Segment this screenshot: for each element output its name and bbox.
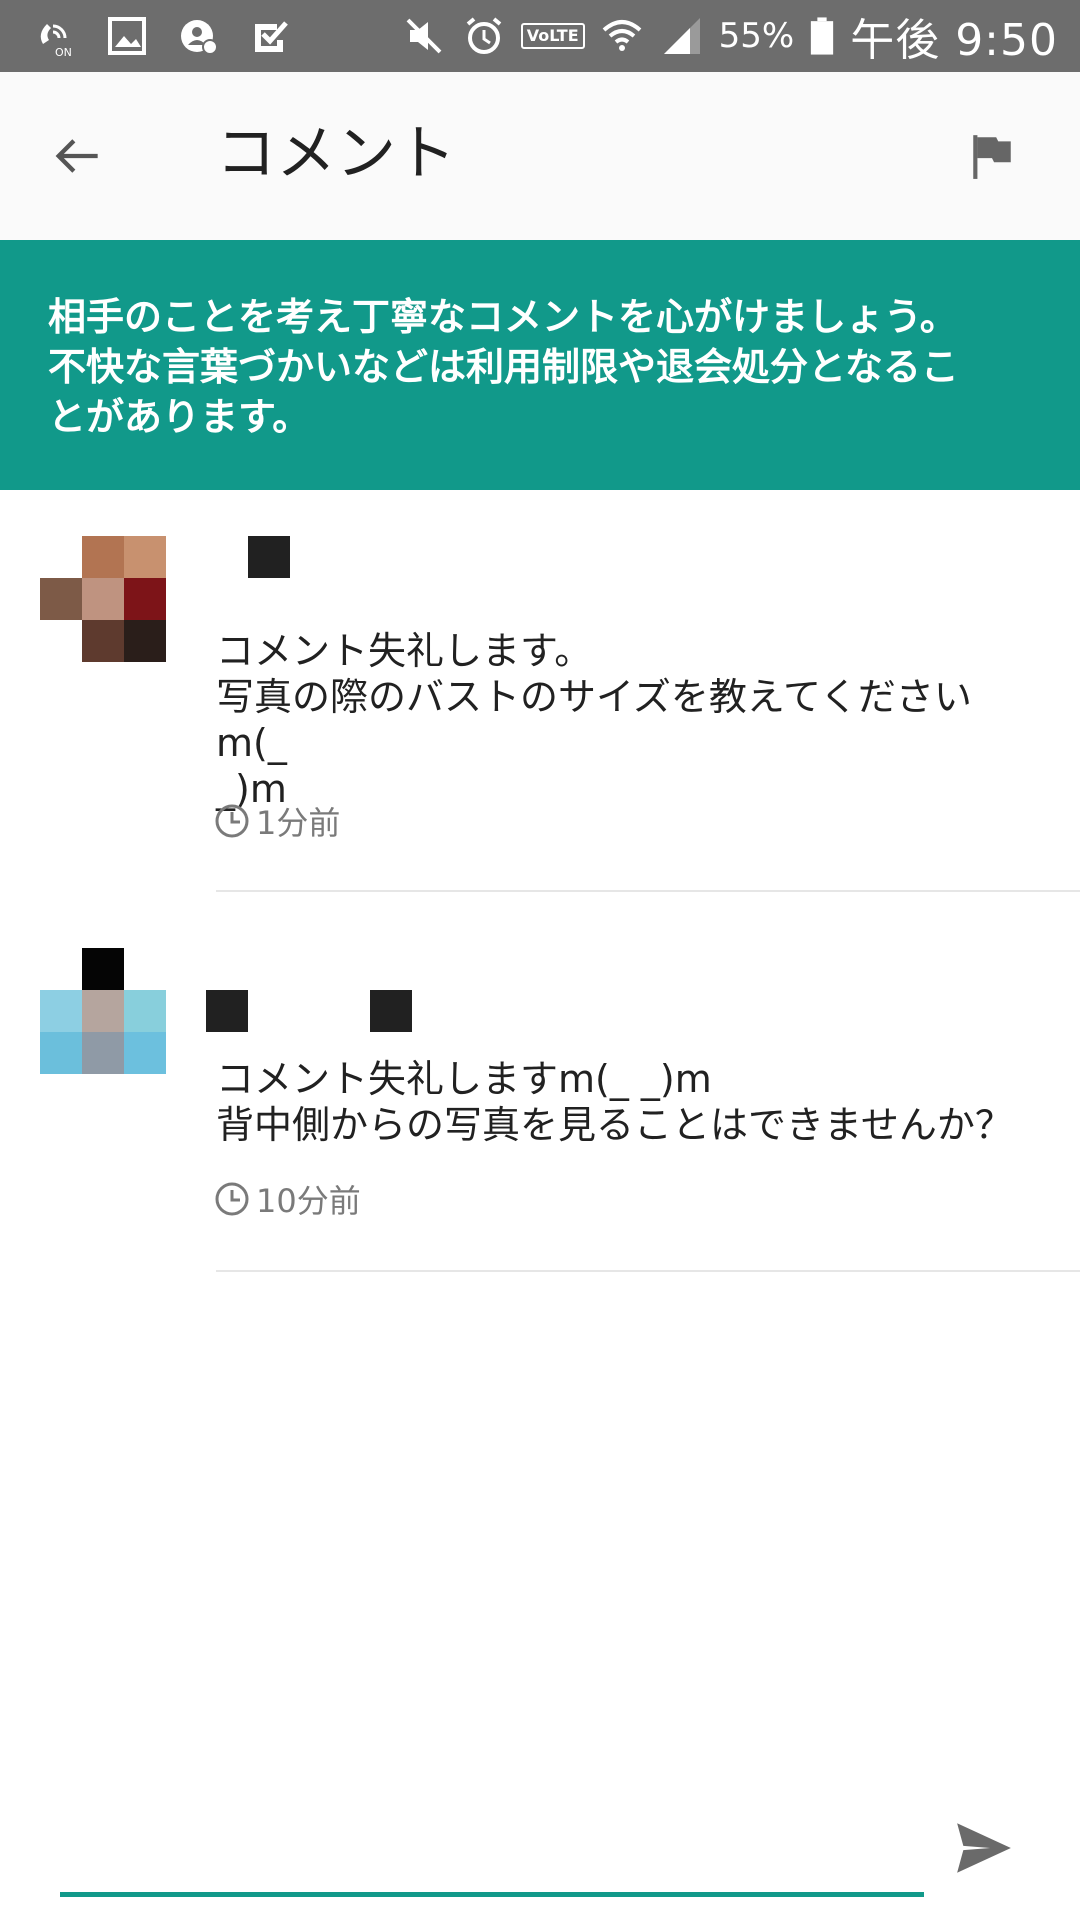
input-underline (60, 1892, 924, 1897)
comment-text: コメント失礼しますm(_ _)m 背中側からの写真を見ることはできませんか？ (216, 1057, 1013, 1147)
comment-item: コメント失礼しますm(_ _)m 背中側からの写真を見ることはできませんか？ 1… (0, 892, 1080, 1272)
send-icon (957, 1823, 1011, 1873)
comment-timestamp: 10分前 (214, 1176, 361, 1222)
battery-icon (808, 13, 836, 59)
banner-line-1: 相手のことを考え丁寧なコメントを心がけましょう。 (48, 295, 958, 339)
clock-icon (215, 804, 249, 838)
app-toolbar: コメント (0, 72, 1080, 240)
banner-line-2: 不快な言葉づかいなどは利用制限や退会処分となるこ (48, 345, 959, 389)
notice-banner: 相手のことを考え丁寧なコメントを心がけましょう。 不快な言葉づかいなどは利用制限… (0, 240, 1080, 490)
back-button[interactable] (44, 124, 108, 188)
username-redacted (370, 990, 412, 1032)
avatar[interactable] (40, 536, 166, 662)
alarm-icon (461, 13, 507, 59)
username-redacted (248, 536, 290, 578)
wifi-calling-icon: ON (32, 13, 78, 59)
username-redacted (206, 990, 248, 1032)
status-bar: ON VoLTE 55% 午後 9:50 (0, 0, 1080, 72)
check-task-icon (248, 13, 294, 59)
mute-icon (401, 13, 447, 59)
user-sync-icon (176, 13, 222, 59)
gallery-icon (104, 13, 150, 59)
svg-text:ON: ON (55, 46, 72, 58)
wifi-icon (599, 13, 645, 59)
signal-icon (659, 13, 705, 59)
clock: 午後 9:50 (850, 15, 1058, 66)
banner-line-3: とがあります。 (48, 395, 311, 439)
comment-item: コメント失礼します。 写真の際のバストのサイズを教えてくださいm(_ _)m 1… (0, 490, 1080, 892)
avatar[interactable] (40, 948, 166, 1074)
comment-text: コメント失礼します。 写真の際のバストのサイズを教えてくださいm(_ _)m (216, 629, 972, 811)
arrow-back-icon (55, 139, 98, 173)
clock-icon (215, 1182, 249, 1216)
battery-percent: 55% (718, 16, 795, 56)
divider (216, 1270, 1080, 1272)
comment-timestamp: 1分前 (214, 798, 340, 844)
report-flag-button[interactable] (960, 124, 1024, 188)
flag-icon (973, 135, 1011, 179)
send-button[interactable] (948, 1812, 1020, 1884)
comment-input[interactable] (60, 1820, 924, 1890)
volte-icon: VoLTE (520, 23, 585, 49)
page-title: コメント (216, 119, 456, 189)
